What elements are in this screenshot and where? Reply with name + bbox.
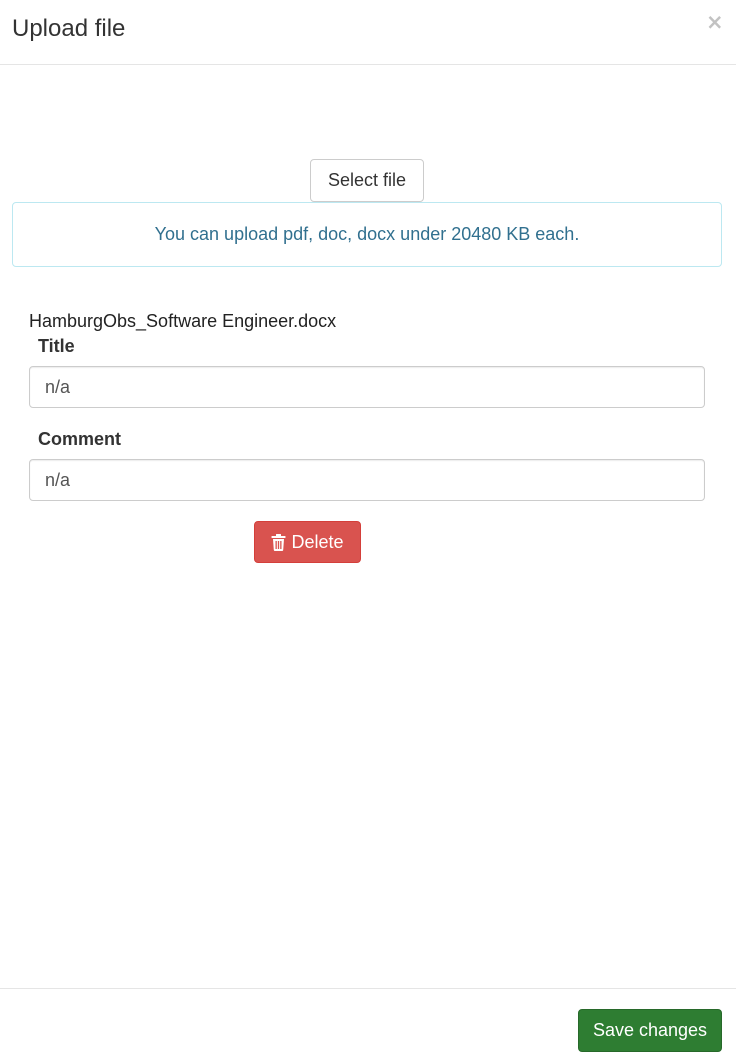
delete-button[interactable]: Delete xyxy=(254,521,361,563)
close-button[interactable]: × xyxy=(706,11,724,33)
select-file-button[interactable]: Select file xyxy=(310,159,424,202)
modal-header: Upload file × xyxy=(0,0,736,65)
upload-file-modal: Upload file × Select file You can upload… xyxy=(0,0,736,1059)
title-input[interactable] xyxy=(29,366,705,408)
comment-label: Comment xyxy=(38,429,122,449)
upload-info-box: You can upload pdf, doc, docx under 2048… xyxy=(12,202,722,267)
comment-input[interactable] xyxy=(29,459,705,501)
upload-info-text: You can upload pdf, doc, docx under 2048… xyxy=(154,224,580,244)
title-label: Title xyxy=(38,336,75,356)
modal-footer: Save changes xyxy=(0,988,736,1059)
trash-icon xyxy=(271,533,286,551)
save-changes-button[interactable]: Save changes xyxy=(578,1009,722,1052)
delete-label: Delete xyxy=(291,531,344,552)
file-name: HamburgObs_Software Engineer.docx xyxy=(29,311,337,331)
modal-title: Upload file xyxy=(12,15,126,42)
